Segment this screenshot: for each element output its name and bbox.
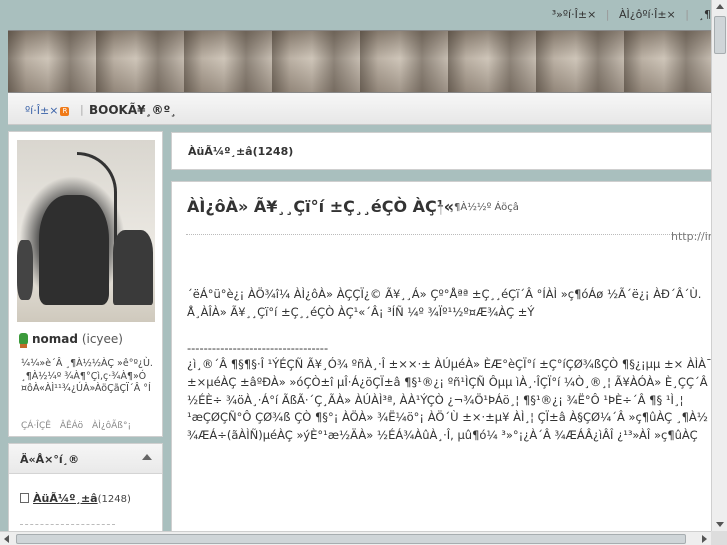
toplink-my-blog[interactable]: ³»ºí·Î±×: [552, 8, 597, 21]
post-line: ´ëÁ°ü°è¿¡ ÀÖ¾î¼­ ÀÌ¿ôÀ» ÀÇÇÏ¿© Ã¥¸¸Á» Çº…: [187, 287, 702, 301]
post-line: ½ÉÈ÷ ¾öÀ¸·Á°í ÃßÃ·´Ç¸ÃÀ» ÀÚÀÌ³ª, ÀÀ¹ÝÇÒ …: [187, 393, 684, 407]
scroll-left-arrow-icon[interactable]: [0, 532, 14, 545]
post-divider: [186, 234, 711, 235]
scrollbar-corner: [711, 531, 727, 545]
profile-sidebar: nomad (icyee) ¼¼»è´Â ¸¶À½½ÀÇ »ê°º¿Ù. ¸¶À…: [8, 131, 163, 437]
category-header: Ä«Å×°í¸®: [9, 444, 162, 474]
main-header-count: (1248): [252, 145, 294, 158]
nav-book-link[interactable]: BOOKÃ¥¸®º¸: [89, 103, 176, 117]
category-item-all[interactable]: ÀüÃ¼º¸±â(1248): [20, 492, 131, 505]
post-line: Å¸ÀÎÀ» Ã¥¸¸Çï°í ±Ç¸¸éÇÒ ÀÇ¹«´Â¡ ³ÍÑ ¼º ¾…: [187, 305, 535, 319]
post-line: ¹æÇØÇÑ°Ô ÇØ¾ß ÇÒ ¶§°¡ ÀÖÀ» ¾Ë¼ö°¡ ÀÖ´Ù ±…: [187, 410, 711, 424]
photo-sculpture-left: [17, 240, 33, 300]
toplink-neighbor-blog[interactable]: ÀÌ¿ôºí·Î±×: [619, 8, 676, 21]
post-url[interactable]: http://in: [671, 230, 711, 243]
main-header-title: ÀüÃ¼º¸±â(1248): [188, 145, 293, 158]
cactus-icon: [19, 333, 28, 348]
profile-links: ÇÁ·ÎÇÊ ÂÊÁö ÀÌ¿ôÃß°¡: [21, 421, 137, 431]
profile-user: nomad (icyee): [19, 332, 123, 348]
post-line: ±×µéÀÇ ±âºÐÀ» »óÇÒ±î µÎ·Á¿öÇÏ±â ¶§¹®¿¡ º…: [187, 375, 711, 389]
collapse-arrow-icon[interactable]: [142, 454, 152, 460]
top-links: ³»ºí·Î±× | ÀÌ¿ôºí·Î±× | ¸¶: [546, 8, 711, 28]
post-title[interactable]: ÀÌ¿ôÀ» Ã¥¸¸Çï°í ±Ç¸¸éÇÒ ÀÇ¹«: [187, 197, 454, 216]
profile-bio: ¼¼»è´Â ¸¶À½½ÀÇ »ê°º¿Ù. ¸¶À½¼º ¾À¶°Çì,ç·¾…: [21, 358, 153, 394]
rss-icon[interactable]: R: [60, 106, 70, 116]
post-paragraph-2: ¿ì¸®´Â ¶§¶§·Î ¹ÝÉÇÑ Ã¥¸Ó¾ ºñÀ¸·Î ±××·± À…: [187, 355, 711, 409]
nav-separator: |: [80, 103, 84, 116]
post-category[interactable]: ¸¶À½½º Áöçâ: [449, 202, 519, 213]
post-line: ¿ì¸®´Â ¶§¶§·Î ¹ÝÉÇÑ Ã¥¸Ó¾ ºñÀ¸·Î ±××·± À…: [187, 357, 711, 371]
horizontal-scroll-thumb[interactable]: [16, 534, 686, 544]
nav-home-link[interactable]: ºí·Î±× R: [25, 104, 70, 117]
post-line: ¾ÆÁ÷(ãÀÌÑ)µéÀÇ »ýÈ°¹æ½ÄÀ» ½ÉÁ¾ÀûÀ¸·Î, µû…: [187, 428, 698, 442]
blog-navbar: ºí·Î±× R | BOOKÃ¥¸®º¸: [8, 93, 711, 125]
post-paragraph-1: ´ëÁ°ü°è¿¡ ÀÖ¾î¼­ ÀÌ¿ôÀ» ÀÇÇÏ¿© Ã¥¸¸Á» Çº…: [187, 285, 711, 357]
category-heading: Ä«Å×°í¸®: [20, 453, 80, 466]
category-divider: [20, 524, 115, 525]
post-title-separator: |: [439, 202, 443, 215]
post-paragraph-3: ¹æÇØÇÑ°Ô ÇØ¾ß ÇÒ ¶§°¡ ÀÖÀ» ¾Ë¼ö°¡ ÀÖ´Ù ±…: [187, 408, 711, 444]
profile-name[interactable]: nomad: [32, 332, 78, 346]
photo-sculpture-rock: [113, 230, 153, 305]
nav-home-label: ºí·Î±×: [25, 104, 59, 117]
category-item-count: (1248): [97, 494, 131, 505]
browser-viewport: ³»ºí·Î±× | ÀÌ¿ôºí·Î±× | ¸¶ ºí·Î±× R | BOO…: [0, 0, 711, 531]
toplink-separator: |: [685, 8, 689, 21]
main-header: ÀüÃ¼º¸±â(1248): [171, 132, 711, 170]
scroll-down-arrow-icon[interactable]: [712, 517, 727, 531]
toplink-separator: |: [605, 8, 610, 21]
vertical-scrollbar[interactable]: [711, 0, 727, 531]
category-item-label: ÀüÃ¼º¸±â: [33, 492, 98, 505]
document-icon: [20, 493, 29, 503]
vertical-scroll-thumb[interactable]: [714, 16, 726, 54]
horizontal-scrollbar[interactable]: [0, 531, 711, 545]
photo-sculpture-archer: [39, 195, 109, 305]
scroll-up-arrow-icon[interactable]: [712, 0, 727, 14]
profile-photo[interactable]: [17, 140, 155, 322]
blog-banner: [8, 30, 711, 93]
profile-link-note[interactable]: ÂÊÁö: [60, 421, 83, 431]
scroll-right-arrow-icon[interactable]: [697, 532, 711, 545]
profile-id: (icyee): [81, 332, 123, 346]
category-box: Ä«Å×°í¸® ÀüÃ¼º¸±â(1248): [8, 443, 163, 531]
profile-link-add-neighbor[interactable]: ÀÌ¿ôÃß°¡: [92, 421, 131, 431]
profile-link-profile[interactable]: ÇÁ·ÎÇÊ: [21, 421, 51, 431]
toplink-more[interactable]: ¸¶: [699, 8, 712, 21]
post-article: ÀÌ¿ôÀ» Ã¥¸¸Çï°í ±Ç¸¸éÇÒ ÀÇ¹« | ¸¶À½½º Áö…: [171, 181, 711, 531]
main-header-label: ÀüÃ¼º¸±â: [188, 145, 253, 158]
